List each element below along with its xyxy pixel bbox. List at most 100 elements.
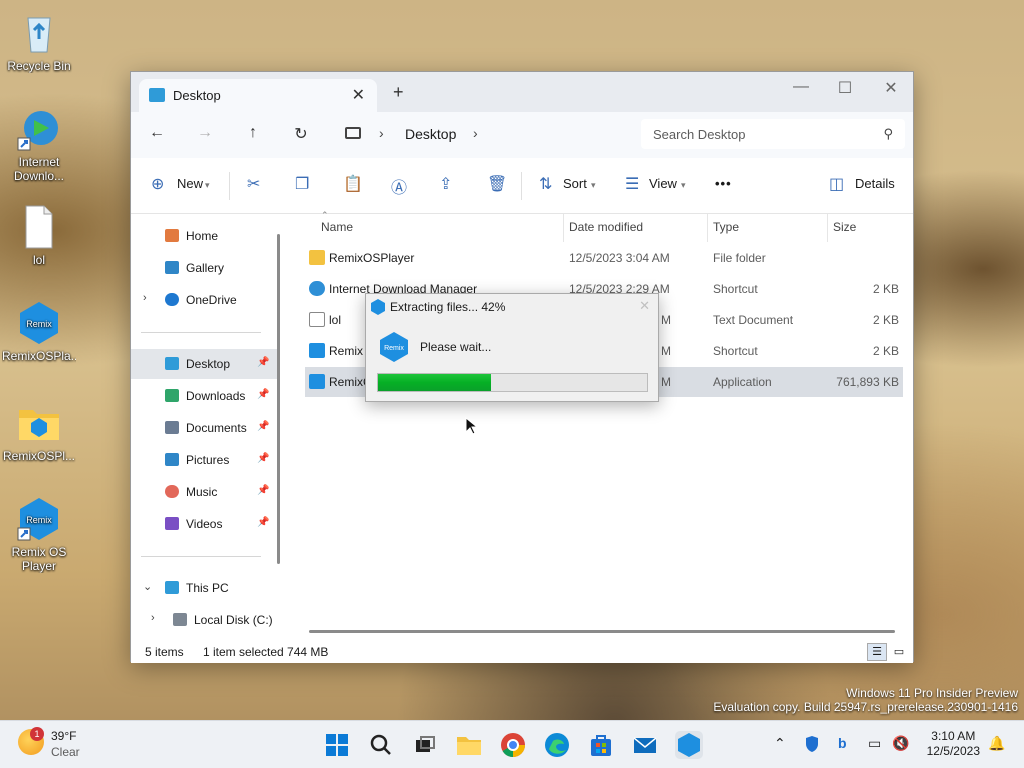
network-icon[interactable]: ▭ — [868, 735, 881, 752]
column-divider[interactable] — [707, 214, 708, 242]
up-button[interactable]: ↑ — [241, 124, 265, 142]
nav-item-desktop[interactable]: Desktop 📌 — [131, 349, 277, 379]
back-button[interactable]: ← — [145, 124, 169, 142]
file-type: Application — [713, 375, 772, 389]
mouse-cursor-icon — [465, 417, 477, 435]
weather-widget[interactable]: 1 39°F Clear — [0, 721, 100, 768]
nav-item-pictures[interactable]: Pictures 📌 — [131, 445, 277, 475]
chevron-right-icon[interactable]: › — [151, 612, 155, 624]
table-row[interactable]: RemixOSPlayer 12/5/2023 3:04 AM File fol… — [305, 243, 903, 273]
svg-text:Remix: Remix — [26, 515, 52, 525]
pin-icon: 📌 — [257, 453, 270, 464]
file-date: M — [661, 375, 671, 389]
paste-icon[interactable]: 📋 — [343, 174, 363, 194]
task-view-icon — [416, 736, 435, 752]
close-icon[interactable]: ✕ — [639, 298, 650, 314]
nav-item-local-disk[interactable]: › Local Disk (C:) — [139, 605, 285, 635]
file-name: lol — [329, 313, 342, 327]
desktop-icon-recycle-bin[interactable]: Recycle Bin — [2, 10, 76, 73]
delete-icon[interactable]: 🗑 — [487, 174, 507, 194]
nav-item-label: This PC — [186, 581, 229, 595]
new-button[interactable]: New — [177, 176, 203, 191]
chrome-icon — [501, 733, 525, 757]
chevron-right-icon: › — [379, 125, 384, 141]
monitor-icon — [345, 127, 361, 139]
windows-logo-icon — [326, 734, 348, 756]
new-tab-button[interactable]: + — [393, 82, 404, 103]
search-button[interactable] — [367, 731, 395, 759]
status-bar: 5 items 1 item selected 744 MB ☰ ▭ — [131, 641, 913, 663]
nav-item-label: Gallery — [186, 261, 225, 275]
chevron-right-icon[interactable]: › — [473, 125, 478, 141]
rename-icon[interactable]: Ⓐ — [391, 174, 407, 198]
nav-pane-scrollbar[interactable] — [277, 234, 280, 564]
view-button[interactable]: View — [649, 176, 677, 191]
details-view-icon[interactable]: ☰ — [867, 643, 887, 661]
desktop-icon-remixosplayer[interactable]: Remix RemixOSPla... — [2, 300, 76, 363]
horizontal-scrollbar[interactable] — [309, 630, 895, 633]
desktop-icon-remix-os-player[interactable]: Remix Remix OS Player — [2, 496, 76, 573]
search-icon — [370, 734, 391, 755]
search-input[interactable]: Search Desktop ⚲ — [641, 119, 905, 149]
nav-item-label: Pictures — [186, 453, 230, 467]
folder-icon — [457, 737, 481, 755]
system-clock[interactable]: 3:10 AM 12/5/2023 — [927, 729, 980, 759]
remix-os-shortcut-icon — [309, 343, 325, 358]
share-icon[interactable]: ⇪ — [439, 174, 452, 194]
desktop-icon-lol[interactable]: lol — [2, 204, 76, 267]
nav-item-home[interactable]: Home — [131, 221, 277, 251]
desktop-icon-remixospl-folder[interactable]: RemixOSPl... — [2, 400, 76, 463]
minimize-button[interactable]: — — [781, 78, 821, 96]
chevron-right-icon[interactable]: › — [143, 292, 147, 304]
volume-muted-icon[interactable]: 🔇 — [892, 735, 909, 752]
extract-progress-dialog: Extracting files... 42% ✕ Remix Please w… — [365, 293, 659, 402]
nav-item-documents[interactable]: Documents 📌 — [131, 413, 277, 443]
start-button[interactable] — [323, 731, 351, 759]
column-divider[interactable] — [827, 214, 828, 242]
forward-button[interactable]: → — [193, 124, 217, 142]
nav-item-videos[interactable]: Videos 📌 — [131, 509, 277, 539]
column-header-date[interactable]: Date modified — [569, 220, 643, 234]
sort-button[interactable]: Sort — [563, 176, 587, 191]
column-header-type[interactable]: Type — [713, 220, 739, 234]
desktop-icon-label: Remix OS Player — [11, 545, 67, 573]
task-view-button[interactable] — [411, 731, 439, 759]
desktop-icon-idm[interactable]: Internet Downlo... — [2, 106, 76, 183]
chevron-down-icon[interactable]: ⌄ — [143, 580, 152, 593]
notification-badge: 1 — [30, 727, 44, 741]
store-taskbar-button[interactable] — [587, 731, 615, 759]
gallery-icon — [165, 261, 179, 274]
mail-taskbar-button[interactable] — [631, 731, 659, 759]
nav-item-onedrive[interactable]: › OneDrive — [131, 285, 277, 315]
show-hidden-icons-chevron-up-icon[interactable]: ⌃ — [774, 735, 786, 752]
refresh-button[interactable]: ↻ — [289, 124, 313, 144]
maximize-button[interactable]: ☐ — [825, 78, 865, 98]
notification-bell-icon[interactable]: 🔔 — [988, 735, 1005, 752]
bing-icon[interactable]: b — [838, 735, 847, 751]
edge-taskbar-button[interactable] — [543, 731, 571, 759]
tab-close-button[interactable]: ✕ — [352, 85, 365, 105]
chrome-taskbar-button[interactable] — [499, 731, 527, 759]
nav-item-music[interactable]: Music 📌 — [131, 477, 277, 507]
more-options-button[interactable]: ••• — [715, 176, 732, 191]
column-header-name[interactable]: Name — [321, 220, 353, 234]
close-window-button[interactable]: ✕ — [871, 78, 911, 98]
tab-desktop[interactable]: Desktop ✕ — [139, 79, 377, 112]
nav-item-downloads[interactable]: Downloads 📌 — [131, 381, 277, 411]
chevron-down-icon: ▾ — [681, 180, 686, 190]
tiles-view-icon[interactable]: ▭ — [889, 643, 909, 661]
security-shield-icon[interactable] — [804, 735, 820, 756]
cut-icon[interactable]: ✂ — [247, 174, 260, 194]
nav-item-gallery[interactable]: Gallery — [131, 253, 277, 283]
copy-icon[interactable]: ❐ — [295, 174, 309, 194]
progress-fill — [378, 374, 491, 391]
nav-item-this-pc[interactable]: ⌄ This PC — [131, 573, 277, 603]
column-divider[interactable] — [563, 214, 564, 242]
desktop-icon-label: RemixOSPl... — [2, 449, 75, 463]
remix-os-taskbar-button[interactable] — [675, 731, 703, 759]
column-header-size[interactable]: Size — [833, 220, 856, 234]
details-button[interactable]: Details — [855, 176, 895, 191]
breadcrumb-desktop[interactable]: Desktop — [405, 126, 456, 142]
file-explorer-taskbar-button[interactable] — [455, 731, 483, 759]
address-bar[interactable]: › Desktop › — [333, 119, 633, 149]
